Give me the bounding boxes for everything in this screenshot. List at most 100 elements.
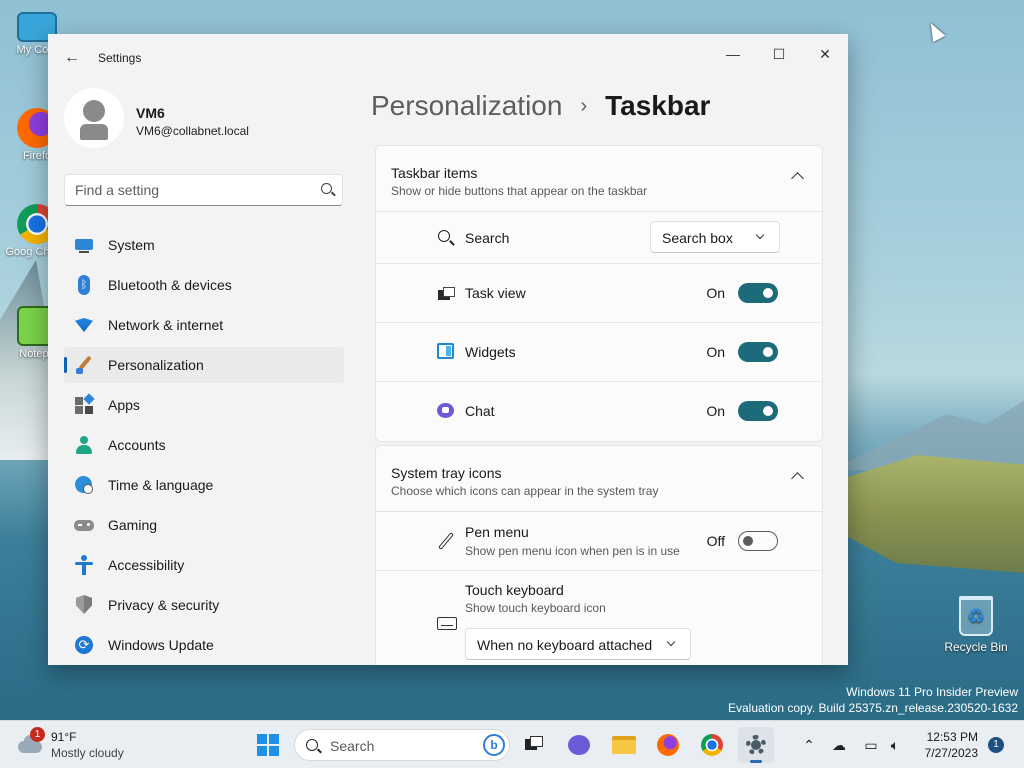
page-title: Taskbar bbox=[605, 90, 711, 121]
globe-clock-icon bbox=[74, 475, 94, 495]
person-icon bbox=[74, 435, 94, 455]
touch-keyboard-dropdown[interactable]: When no keyboard attached bbox=[465, 628, 691, 660]
shield-icon bbox=[74, 595, 94, 615]
chrome-button[interactable] bbox=[694, 727, 730, 763]
chat-button[interactable] bbox=[561, 727, 597, 763]
desktop-icon-recycle-bin[interactable]: Recycle Bin bbox=[940, 596, 1012, 654]
task-view-row: Task view On bbox=[376, 264, 822, 323]
chevron-up-icon[interactable] bbox=[791, 472, 804, 485]
sidebar-item-network[interactable]: Network & internet bbox=[64, 307, 344, 343]
sidebar-item-accessibility[interactable]: Accessibility bbox=[64, 547, 344, 583]
sidebar-nav: System ᛒ Bluetooth & devices Network & i… bbox=[64, 227, 344, 665]
pen-menu-toggle[interactable] bbox=[738, 531, 778, 551]
profile-name: VM6 bbox=[136, 105, 165, 121]
wallpaper-island bbox=[830, 455, 1024, 575]
close-button[interactable]: ✕ bbox=[802, 40, 848, 68]
firefox-icon bbox=[657, 734, 679, 756]
search-icon bbox=[306, 739, 318, 751]
chat-icon bbox=[437, 402, 455, 420]
sidebar-item-time-language[interactable]: Time & language bbox=[64, 467, 344, 503]
keyboard-icon bbox=[437, 614, 457, 632]
touch-keyboard-label: Touch keyboard bbox=[465, 582, 564, 598]
avatar-head bbox=[83, 100, 105, 122]
taskbar-items-section: Taskbar items Show or hide buttons that … bbox=[375, 145, 823, 442]
app-title: Settings bbox=[98, 51, 142, 65]
gear-icon-center bbox=[751, 740, 761, 750]
sidebar-item-bluetooth[interactable]: ᛒ Bluetooth & devices bbox=[64, 267, 344, 303]
back-arrow-icon[interactable]: ← bbox=[62, 48, 82, 68]
notification-badge[interactable]: 1 bbox=[988, 737, 1004, 753]
accessibility-icon bbox=[74, 555, 94, 575]
sidebar-item-label: Network & internet bbox=[108, 317, 224, 333]
sidebar-item-label: Personalization bbox=[108, 357, 204, 373]
widgets-state: On bbox=[706, 344, 725, 360]
sidebar-item-label: Time & language bbox=[108, 477, 214, 493]
sidebar-item-gaming[interactable]: Gaming bbox=[64, 507, 344, 543]
taskbar-items-header[interactable]: Taskbar items Show or hide buttons that … bbox=[376, 146, 822, 212]
section-subtitle: Choose which icons can appear in the sys… bbox=[391, 484, 659, 498]
task-view-button[interactable] bbox=[516, 727, 552, 763]
bing-icon[interactable]: b bbox=[483, 734, 505, 756]
breadcrumb-parent[interactable]: Personalization bbox=[371, 90, 562, 122]
chevron-up-icon[interactable] bbox=[791, 172, 804, 185]
find-setting-box[interactable] bbox=[64, 174, 343, 206]
volume-icon[interactable]: 🔈︎ bbox=[886, 736, 904, 754]
avatar[interactable] bbox=[64, 88, 124, 148]
sidebar-item-system[interactable]: System bbox=[64, 227, 344, 263]
evaluation-watermark: Windows 11 Pro Insider Preview Evaluatio… bbox=[728, 684, 1018, 716]
search-mode-dropdown[interactable]: Search box bbox=[650, 221, 780, 253]
search-icon[interactable] bbox=[321, 183, 332, 194]
widgets-toggle[interactable] bbox=[738, 342, 778, 362]
sidebar-item-label: Windows Update bbox=[108, 637, 214, 653]
task-view-toggle[interactable] bbox=[738, 283, 778, 303]
minimize-button[interactable]: — bbox=[710, 40, 756, 68]
sidebar-item-personalization[interactable]: Personalization bbox=[64, 347, 344, 383]
sidebar-item-label: Accounts bbox=[108, 437, 166, 453]
dropdown-value: When no keyboard attached bbox=[477, 637, 653, 653]
windows-taskbar: 1 91°F Mostly cloudy Search b ⌃ ☁ ▭ 🔈︎ 1… bbox=[0, 720, 1024, 768]
chat-toggle[interactable] bbox=[738, 401, 778, 421]
search-setting-row: Search Search box bbox=[376, 212, 822, 264]
sidebar-item-label: System bbox=[108, 237, 155, 253]
sidebar-item-apps[interactable]: Apps bbox=[64, 387, 344, 423]
weather-alert-badge: 1 bbox=[30, 727, 45, 742]
search-icon bbox=[437, 229, 455, 247]
chat-label: Chat bbox=[465, 403, 495, 419]
task-view-label: Task view bbox=[465, 285, 526, 301]
sidebar-item-privacy[interactable]: Privacy & security bbox=[64, 587, 344, 623]
watermark-edition: Windows 11 Pro Insider Preview bbox=[846, 685, 1018, 699]
system-tray-header[interactable]: System tray icons Choose which icons can… bbox=[376, 446, 822, 512]
sidebar-item-windows-update[interactable]: ⟳ Windows Update bbox=[64, 627, 344, 663]
network-icon[interactable]: ▭ bbox=[862, 736, 880, 754]
firefox-button[interactable] bbox=[650, 727, 686, 763]
clock-time[interactable]: 12:53 PM bbox=[918, 730, 978, 744]
profile-email: VM6@collabnet.local bbox=[136, 124, 249, 138]
teams-chat-icon bbox=[568, 735, 590, 755]
weather-description[interactable]: Mostly cloudy bbox=[51, 746, 124, 760]
task-view-state: On bbox=[706, 285, 725, 301]
system-tray-section: System tray icons Choose which icons can… bbox=[375, 445, 823, 665]
maximize-button[interactable]: ☐ bbox=[756, 40, 802, 68]
show-hidden-icons-chevron-icon[interactable]: ⌃ bbox=[800, 736, 818, 754]
wifi-icon bbox=[74, 315, 94, 335]
clock-date[interactable]: 7/27/2023 bbox=[918, 746, 978, 760]
sidebar-item-label: Gaming bbox=[108, 517, 158, 533]
taskbar-search-box[interactable]: Search b bbox=[294, 729, 510, 761]
breadcrumb-chevron-icon: › bbox=[580, 95, 588, 117]
weather-temperature[interactable]: 91°F bbox=[51, 730, 76, 744]
start-button[interactable] bbox=[250, 727, 286, 763]
file-explorer-button[interactable] bbox=[606, 727, 642, 763]
chat-row: Chat On bbox=[376, 382, 822, 441]
pen-menu-description: Show pen menu icon when pen is in use bbox=[465, 544, 680, 558]
search-input[interactable] bbox=[75, 182, 305, 198]
sidebar-item-accounts[interactable]: Accounts bbox=[64, 427, 344, 463]
settings-taskbar-button[interactable] bbox=[738, 727, 774, 763]
pen-menu-label: Pen menu bbox=[465, 524, 529, 540]
title-bar[interactable]: ← Settings — ☐ ✕ bbox=[48, 34, 848, 80]
pen-menu-state: Off bbox=[706, 533, 725, 549]
chat-state: On bbox=[706, 403, 725, 419]
avatar-body bbox=[80, 124, 108, 140]
update-icon: ⟳ bbox=[74, 635, 94, 655]
onedrive-offline-icon[interactable]: ☁ bbox=[830, 736, 848, 754]
recycle-bin-icon bbox=[959, 596, 993, 636]
